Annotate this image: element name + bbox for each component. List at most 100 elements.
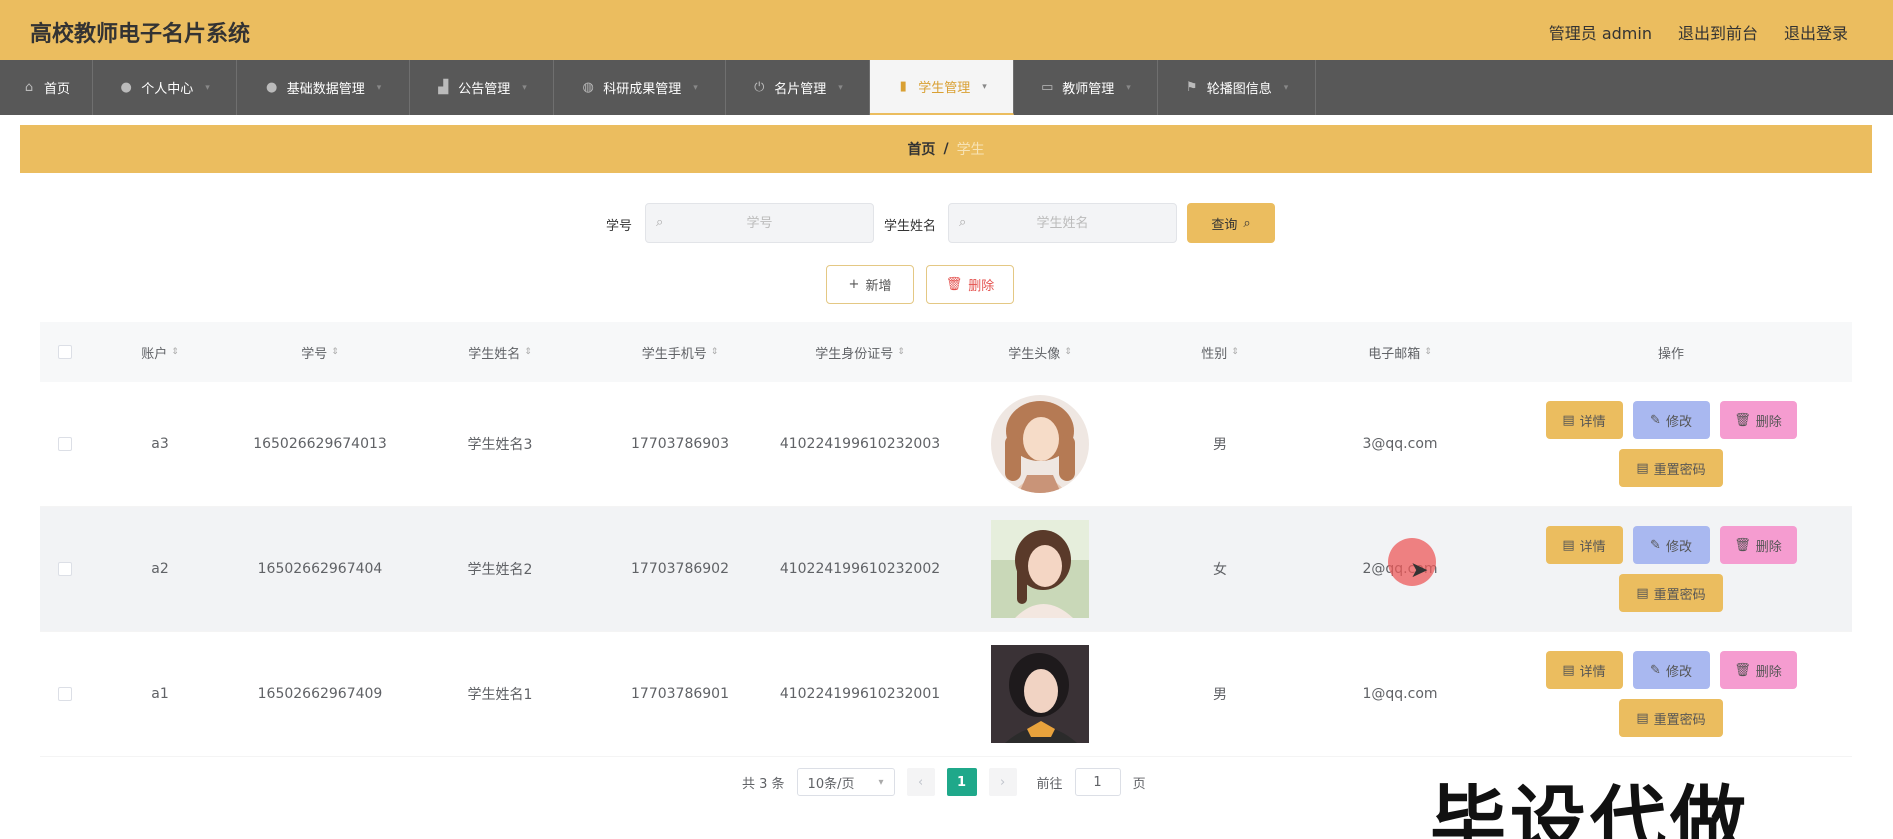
nav-item-personal-center[interactable]: ● 个人中心 ▾ [93,60,237,115]
chevron-down-icon: ▾ [522,82,527,93]
table-row: a2 16502662967404 学生姓名2 17703786902 4102… [40,507,1852,632]
nav-item-student[interactable]: ▮ 学生管理 ▾ [870,60,1014,115]
page-suffix: 页 [1132,776,1146,792]
main-nav: ⌂ 首页 ● 个人中心 ▾ ● 基础数据管理 ▾ ▟ 公告管理 ▾ ◍ 科研成果… [0,60,1893,115]
row-checkbox[interactable] [58,687,72,701]
search-icon: ⌕ [656,215,664,230]
monitor-icon: ▭ [1041,80,1054,95]
header-account[interactable]: 账户 ⇕ [90,322,230,382]
goto-page-input[interactable]: 1 [1074,768,1121,796]
reset-label: 重置密码 [1653,712,1706,728]
delete-label: 删除 [1755,664,1782,680]
flag-icon: ⚑ [1185,80,1198,95]
header-student-name[interactable]: 学生姓名 ⇕ [410,322,590,382]
nav-item-base-data[interactable]: ● 基础数据管理 ▾ [237,60,410,115]
row-checkbox[interactable] [58,437,72,451]
nav-label: 教师管理 [1062,82,1115,97]
delete-button[interactable]: 🗑 删除 [1719,401,1797,439]
user-icon: ● [120,80,132,95]
prev-page-button[interactable]: ‹ [906,768,935,796]
page-size-select[interactable]: 10条/页 ▾ [796,768,895,796]
table-row: a3 165026629674013 学生姓名3 17703786903 410… [40,382,1852,507]
cell-student-id: 16502662967404 [257,561,383,577]
nav-item-teacher[interactable]: ▭ 教师管理 ▾ [1014,60,1158,115]
edit-button[interactable]: ✎ 修改 [1632,526,1710,564]
logout-link[interactable]: 退出登录 [1784,20,1848,44]
header-email[interactable]: 电子邮箱 ⇕ [1310,322,1490,382]
breadcrumb-home[interactable]: 首页 [907,139,935,159]
delete-button[interactable]: 🗑 删除 [1719,651,1797,689]
actions-line: ▤ 详情 ✎ 修改 🗑 删除 [1545,651,1797,689]
nav-label: 科研成果管理 [603,82,682,97]
goto-label: 前往 [1036,776,1063,792]
cell-gender: 男 [1213,687,1227,703]
chevron-down-icon: ▾ [838,82,843,93]
trash-icon: 🗑 [1734,412,1751,428]
nav-item-notice[interactable]: ▟ 公告管理 ▾ [410,60,554,115]
row-select-cell [40,632,90,756]
pencil-icon: ✎ [1650,662,1661,678]
header-gender[interactable]: 性别 ⇕ [1130,322,1310,382]
actions-line: ▤ 详情 ✎ 修改 🗑 删除 [1545,526,1797,564]
nav-item-banner[interactable]: ⚑ 轮播图信息 ▾ [1158,60,1316,115]
page-number[interactable]: 1 [946,768,977,796]
app-title: 高校教师电子名片系统 [30,22,251,47]
nav-label: 轮播图信息 [1206,82,1272,97]
select-all-cell [40,322,90,382]
header-label: 操作 [1657,346,1684,362]
reset-password-button[interactable]: ▤ 重置密码 [1619,449,1723,487]
detail-button[interactable]: ▤ 详情 [1545,526,1623,564]
top-header: 高校教师电子名片系统 管理员 admin 退出到前台 退出登录 [0,0,1893,60]
next-page-button[interactable]: › [988,768,1017,796]
select-all-checkbox[interactable] [58,345,72,359]
query-label: 查询 [1211,217,1238,233]
student-table: 账户 ⇕ 学号 ⇕ 学生姓名 ⇕ 学生手机号 ⇕ 学生身份证号 ⇕ 学生头像 ⇕ 性别 ⇕ 电… [40,322,1852,757]
student-name-input[interactable] [949,204,1176,242]
delete-button[interactable]: 🗑 删除 [1719,526,1797,564]
trash-icon: 🗑 [945,277,963,292]
cell-id-card: 410224199610232003 [779,436,941,452]
trash-icon: 🗑 [1734,537,1751,553]
header-avatar[interactable]: 学生头像 ⇕ [950,322,1130,382]
chevron-down-icon: ▾ [693,82,698,93]
page-size-value: 10条/页 [807,776,855,792]
chevron-down-icon: ▾ [1283,82,1289,93]
header-student-id[interactable]: 学号 ⇕ [230,322,410,382]
query-button[interactable]: 查询 ⌕ [1187,203,1275,243]
detail-button[interactable]: ▤ 详情 [1545,651,1623,689]
header-phone[interactable]: 学生手机号 ⇕ [590,322,770,382]
nav-item-home[interactable]: ⌂ 首页 [0,60,93,115]
chevron-down-icon: ▾ [1126,82,1131,93]
header-id-card[interactable]: 学生身份证号 ⇕ [770,322,950,382]
nav-label: 学生管理 [918,81,971,96]
sort-icon: ⇕ [171,347,179,357]
cell-gender: 女 [1213,562,1227,578]
detail-label: 详情 [1579,539,1606,555]
edit-button[interactable]: ✎ 修改 [1632,401,1710,439]
student-id-search: ⌕ [645,203,874,243]
reset-password-button[interactable]: ▤ 重置密码 [1619,699,1723,737]
to-front-link[interactable]: 退出到前台 [1678,20,1758,44]
bulk-delete-button[interactable]: 🗑 删除 [926,265,1014,304]
actions-line: ▤ 详情 ✎ 修改 🗑 删除 [1545,401,1797,439]
cell-actions: ▤ 详情 ✎ 修改 🗑 删除 ▤ 重置密码 [1490,632,1852,756]
cell-email: 1@qq.com [1362,686,1438,702]
sort-icon: ⇕ [1231,347,1239,357]
nav-label: 公告管理 [458,82,511,97]
home-icon: ⌂ [24,80,34,95]
cell-avatar [950,382,1130,506]
globe-icon: ◍ [582,80,594,95]
student-id-input[interactable] [646,204,873,242]
edit-button[interactable]: ✎ 修改 [1632,651,1710,689]
nav-item-card[interactable]: ⏻ 名片管理 ▾ [726,60,870,115]
avatar [991,395,1089,493]
chevron-left-icon: ‹ [917,774,924,790]
add-button[interactable]: + 新增 [826,265,914,304]
pencil-icon: ✎ [1650,412,1661,428]
row-checkbox[interactable] [58,562,72,576]
detail-button[interactable]: ▤ 详情 [1545,401,1623,439]
nav-item-research[interactable]: ◍ 科研成果管理 ▾ [554,60,726,115]
nav-label: 首页 [43,82,70,97]
reset-password-button[interactable]: ▤ 重置密码 [1619,574,1723,612]
document-icon: ▤ [1636,710,1649,726]
